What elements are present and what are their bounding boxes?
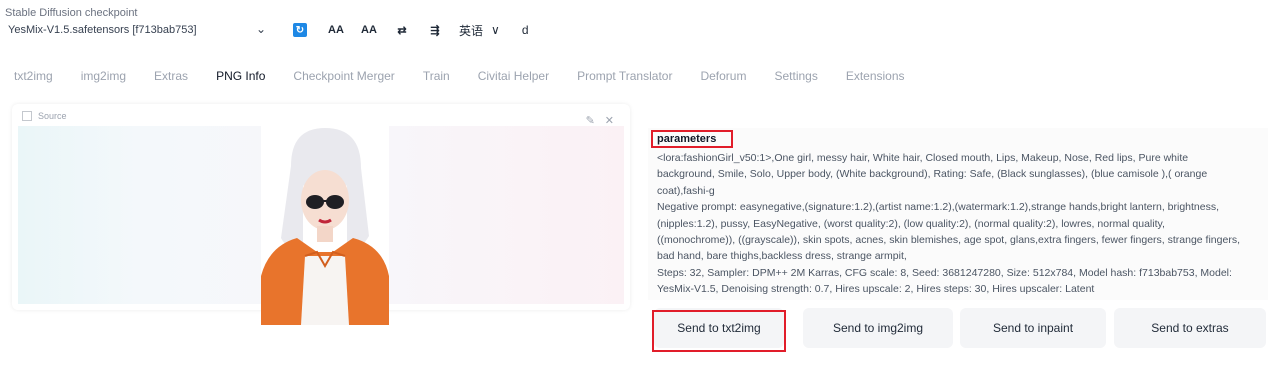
- source-label-text: Source: [38, 111, 67, 121]
- param-line: <lora:fashionGirl_v50:1>,One girl, messy…: [657, 152, 1189, 164]
- send-to-inpaint-button[interactable]: Send to inpaint: [960, 308, 1106, 348]
- send-to-extras-button[interactable]: Send to extras: [1114, 308, 1266, 348]
- parameters-text: <lora:fashionGirl_v50:1>,One girl, messy…: [657, 150, 1261, 298]
- source-panel: Source ✎ ✕: [12, 104, 630, 325]
- tab-img2img[interactable]: img2img: [67, 66, 140, 86]
- send-to-img2img-button[interactable]: Send to img2img: [803, 308, 953, 348]
- list-settings-icon[interactable]: ⇶: [426, 21, 444, 39]
- source-label: Source: [22, 111, 67, 121]
- param-line: ((monochrome)), ((grayscale)), skin spot…: [657, 234, 1240, 247]
- chevron-down-icon: ⌄: [255, 22, 266, 36]
- param-line: Steps: 32, Sampler: DPM++ 2M Karras, CFG…: [657, 266, 1232, 279]
- tab-txt2img[interactable]: txt2img: [0, 66, 67, 86]
- image-icon: [22, 111, 32, 121]
- text-style-icon[interactable]: AA: [327, 21, 345, 39]
- tab-civitai-helper[interactable]: Civitai Helper: [464, 66, 563, 86]
- checkpoint-label: Stable Diffusion checkpoint: [5, 7, 138, 19]
- tab-extensions[interactable]: Extensions: [832, 66, 919, 86]
- tab-train[interactable]: Train: [409, 66, 464, 86]
- checkpoint-dropdown[interactable]: YesMix-V1.5.safetensors [f713bab753] ⌄: [4, 20, 272, 40]
- txt2img-highlight-box: [652, 310, 786, 352]
- edit-icon[interactable]: ✎: [586, 114, 595, 127]
- param-line: (nipples:1.2), pussy, EasyNegative, (wor…: [657, 217, 1165, 230]
- extra-text: d: [521, 23, 529, 37]
- tab-deforum[interactable]: Deforum: [686, 66, 760, 86]
- text-size-icon[interactable]: AA: [360, 21, 378, 39]
- param-line: bad hand, bare thighs,backless dress, st…: [657, 250, 907, 263]
- swap-icon[interactable]: ⇄: [393, 21, 411, 39]
- language-select[interactable]: 英语: [459, 21, 483, 39]
- toolbar: ↻ AA AA ⇄ ⇶ 英语 ∨ d: [293, 21, 544, 39]
- source-image: [261, 126, 389, 325]
- close-icon[interactable]: ✕: [605, 114, 614, 127]
- image-preview-area[interactable]: [18, 126, 624, 325]
- param-line: background, Smile, Solo, Upper body, (Wh…: [657, 168, 1208, 181]
- param-line: coat),fashi-g: [657, 184, 715, 197]
- parameters-title: parameters: [657, 133, 717, 145]
- tab-settings[interactable]: Settings: [760, 66, 831, 86]
- language-chevron-icon[interactable]: ∨: [491, 21, 500, 39]
- param-line: YesMix-V1.5, Denoising strength: 0.7, Hi…: [657, 283, 1095, 296]
- tab-bar: txt2img img2img Extras PNG Info Checkpoi…: [0, 66, 919, 86]
- tab-checkpoint-merger[interactable]: Checkpoint Merger: [279, 66, 408, 86]
- tab-png-info[interactable]: PNG Info: [202, 66, 279, 86]
- tab-prompt-translator[interactable]: Prompt Translator: [563, 66, 686, 86]
- param-line: Negative prompt: easynegative,(signature…: [657, 201, 1220, 214]
- refresh-icon[interactable]: ↻: [293, 23, 307, 37]
- checkpoint-value: YesMix-V1.5.safetensors [f713bab753]: [8, 24, 197, 36]
- preview-tools: ✎ ✕: [576, 114, 614, 127]
- tab-extras[interactable]: Extras: [140, 66, 202, 86]
